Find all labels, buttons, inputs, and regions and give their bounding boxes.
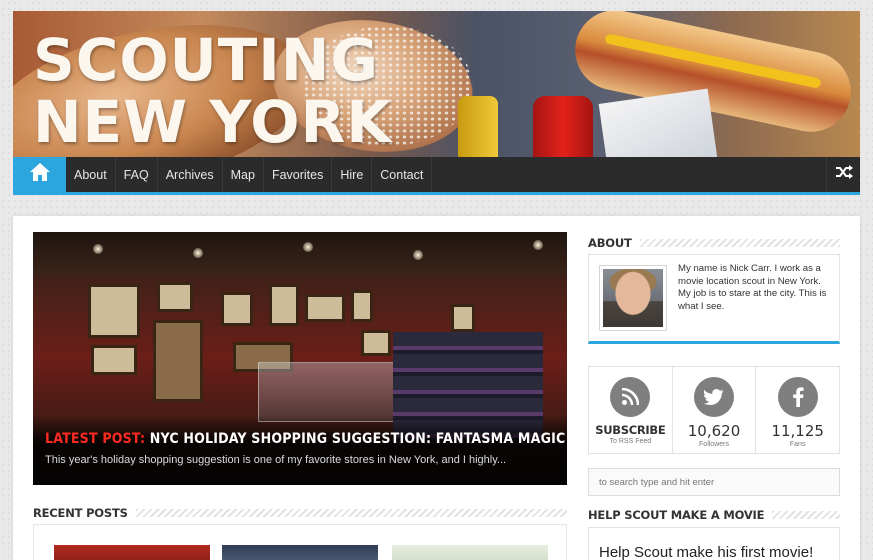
- featured-image-frame: [305, 294, 345, 322]
- author-photo: [603, 269, 663, 327]
- rss-icon: [610, 377, 651, 417]
- about-title: ABOUT: [588, 236, 632, 250]
- about-widget: My name is Nick Carr. I work as a movie …: [588, 254, 840, 344]
- featured-image-frame: [157, 282, 193, 312]
- heading-stripes: [639, 239, 840, 247]
- featured-post-title-text[interactable]: NYC HOLIDAY SHOPPING SUGGESTION: FANTASM…: [150, 431, 566, 447]
- search-input[interactable]: [588, 468, 840, 496]
- nav-item-archives[interactable]: Archives: [158, 157, 223, 192]
- rss-subscribe-counter[interactable]: SUBSCRIBE To RSS Feed: [589, 367, 673, 453]
- rss-subscribe-label: SUBSCRIBE: [595, 423, 666, 437]
- featured-image-frame: [269, 284, 299, 326]
- latest-post-tag: LATEST POST:: [45, 431, 146, 447]
- nav-item-hire[interactable]: Hire: [332, 157, 373, 192]
- about-text: My name is Nick Carr. I work as a movie …: [678, 263, 827, 312]
- featured-image-light: [413, 250, 423, 260]
- featured-image-ceiling: [33, 232, 567, 277]
- help-scout-text[interactable]: Help Scout make his first movie!: [599, 544, 813, 560]
- main-content-area: LATEST POST: NYC HOLIDAY SHOPPING SUGGES…: [13, 216, 860, 560]
- about-heading: ABOUT: [588, 236, 840, 250]
- site-logo-line2[interactable]: NEW YORK: [33, 93, 392, 151]
- recent-posts-list: [33, 524, 567, 560]
- featured-image-frame: [451, 304, 475, 332]
- help-scout-heading: HELP SCOUT MAKE A MOVIE: [588, 508, 840, 522]
- site-header-banner[interactable]: SCOUTING NEW YORK: [13, 11, 860, 157]
- banner-photo-napkin: [598, 88, 718, 157]
- random-post-button[interactable]: [826, 157, 860, 192]
- facebook-icon: [777, 377, 818, 417]
- heading-stripes: [772, 511, 840, 519]
- nav-item-faq[interactable]: FAQ: [116, 157, 158, 192]
- twitter-icon: [694, 377, 734, 417]
- nav-item-favorites[interactable]: Favorites: [264, 157, 333, 192]
- recent-posts-title: RECENT POSTS: [33, 506, 128, 520]
- featured-image-light: [533, 240, 543, 250]
- featured-image-frame: [361, 330, 391, 356]
- site-logo-line1[interactable]: SCOUTING: [33, 31, 379, 89]
- facebook-fan-count: 11,125: [771, 422, 824, 440]
- featured-caption-overlay: [33, 415, 567, 485]
- recent-posts-heading: RECENT POSTS: [33, 506, 567, 520]
- featured-image-light: [193, 248, 203, 258]
- facebook-fan-label: Fans: [789, 441, 806, 448]
- featured-post-title[interactable]: LATEST POST: NYC HOLIDAY SHOPPING SUGGES…: [45, 431, 565, 447]
- author-avatar: [599, 265, 667, 331]
- nav-item-contact[interactable]: Contact: [372, 157, 433, 192]
- recent-post-thumbnail[interactable]: [54, 545, 210, 560]
- featured-image-frame: [153, 320, 203, 402]
- nav-item-about[interactable]: About: [66, 157, 116, 192]
- rss-subscribe-sublabel: To RSS Feed: [609, 438, 652, 445]
- social-counters: SUBSCRIBE To RSS Feed 10,620 Followers 1…: [588, 366, 840, 454]
- twitter-follower-label: Followers: [699, 441, 729, 448]
- twitter-counter[interactable]: 10,620 Followers: [673, 367, 757, 453]
- nav-home-button[interactable]: [13, 157, 66, 192]
- main-navigation: About FAQ Archives Map Favorites Hire Co…: [13, 157, 860, 195]
- help-scout-title: HELP SCOUT MAKE A MOVIE: [588, 508, 765, 522]
- facebook-counter[interactable]: 11,125 Fans: [756, 367, 839, 453]
- heading-stripes: [135, 509, 567, 517]
- featured-image-frame: [88, 284, 140, 338]
- home-icon: [29, 162, 51, 187]
- shuffle-icon: [835, 165, 853, 184]
- featured-image-light: [93, 244, 103, 254]
- banner-photo-ketchup-bottle: [533, 96, 593, 157]
- featured-post-slider[interactable]: LATEST POST: NYC HOLIDAY SHOPPING SUGGES…: [33, 232, 567, 485]
- featured-image-display-case: [258, 362, 398, 422]
- nav-item-map[interactable]: Map: [223, 157, 264, 192]
- featured-image-light: [303, 242, 313, 252]
- featured-image-frame: [91, 345, 137, 375]
- banner-photo-mustard-bottle: [458, 96, 498, 157]
- featured-post-excerpt: This year's holiday shopping suggestion …: [45, 454, 507, 466]
- featured-image-frame: [221, 292, 253, 326]
- twitter-follower-count: 10,620: [687, 422, 741, 440]
- help-scout-widget: Help Scout make his first movie!: [588, 527, 840, 560]
- recent-post-thumbnail[interactable]: [392, 545, 548, 560]
- recent-post-thumbnail[interactable]: [222, 545, 378, 560]
- featured-image-frame: [351, 290, 373, 322]
